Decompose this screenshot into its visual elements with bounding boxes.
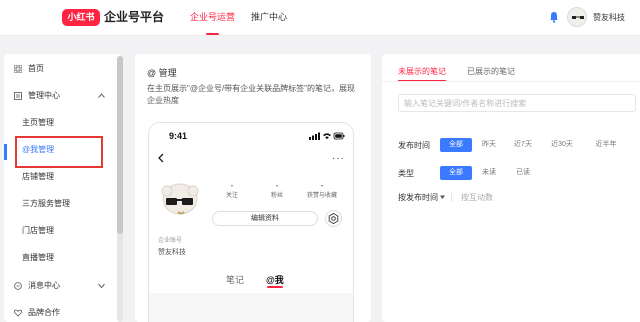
sidebar-item-label: 主页管理: [22, 118, 54, 127]
sort-separator: [451, 193, 452, 202]
sidebar-item-store-location-management[interactable]: 门店管理: [4, 220, 116, 242]
edit-profile-button[interactable]: 编辑资料: [212, 211, 318, 226]
stat-label: 关注: [225, 193, 238, 199]
stat-value: -: [230, 181, 234, 190]
at-management-panel: @ 管理 在主页展示"@企业号/带有企业关联品牌标签"的笔记，展现企业热度 9:…: [135, 54, 371, 322]
logo-badge[interactable]: 小红书: [62, 9, 100, 26]
settings-button[interactable]: [325, 210, 342, 227]
sidebar: 首页 管理中心 主页管理 @我管理 店铺管理 三方服务管理 门店管理 直播管理 …: [4, 54, 122, 322]
stat-followers[interactable]: - 粉丝: [252, 181, 302, 201]
account-type-label: 企业账号: [158, 238, 183, 244]
user-name[interactable]: 赞友科技: [593, 12, 625, 23]
sidebar-item-homepage-management[interactable]: 主页管理: [4, 112, 116, 134]
sidebar-item-third-party-service[interactable]: 三方服务管理: [4, 193, 116, 215]
sidebar-item-label: 管理中心: [28, 91, 60, 100]
panel-title: @ 管理: [147, 68, 177, 78]
publish-time-label: 发布时间: [398, 141, 430, 150]
phone-tab-at-me[interactable]: @我: [266, 273, 284, 286]
account-name: 赞友科技: [158, 249, 186, 256]
sidebar-item-label: 直播管理: [22, 253, 54, 262]
profile-avatar: [158, 179, 202, 223]
type-option-all[interactable]: 全部: [440, 166, 472, 180]
sidebar-item-label: 消息中心: [28, 281, 60, 290]
type-option-read[interactable]: 已读: [510, 166, 536, 180]
status-bar-icons: [309, 132, 345, 140]
type-option-unread[interactable]: 未读: [477, 166, 501, 180]
notes-panel: 未展示的笔记 已展示的笔记 发布时间 全部 昨天 近7天 近30天 近半年 类型…: [382, 54, 640, 322]
grid-icon: [14, 65, 22, 73]
sidebar-item-label: 店铺管理: [22, 172, 54, 181]
nav-tab-promotion-center[interactable]: 推广中心: [251, 10, 287, 24]
search-input[interactable]: [398, 94, 636, 112]
publish-time-option-half-year[interactable]: 近半年: [591, 138, 621, 152]
document-icon: [14, 92, 22, 100]
platform-title: 企业号平台: [104, 10, 165, 24]
publish-time-option-30days[interactable]: 近30天: [547, 138, 577, 152]
tab-shown-notes[interactable]: 已展示的笔记: [467, 66, 515, 77]
sidebar-item-management-center[interactable]: 管理中心: [4, 85, 116, 107]
sidebar-item-live-management[interactable]: 直播管理: [4, 247, 116, 269]
chevron-up-icon[interactable]: [98, 93, 105, 98]
sidebar-item-label: 三方服务管理: [22, 199, 70, 208]
tab-underline: [267, 286, 283, 288]
sidebar-item-store-management[interactable]: 店铺管理: [4, 166, 116, 188]
user-avatar[interactable]: [567, 7, 587, 27]
publish-time-option-all[interactable]: 全部: [440, 138, 472, 152]
chevron-down-icon[interactable]: [98, 283, 105, 288]
sidebar-item-brand-cooperation[interactable]: 品牌合作: [4, 302, 116, 322]
phone-tab-notes[interactable]: 笔记: [226, 273, 244, 286]
back-arrow-icon[interactable]: [157, 153, 165, 163]
tab-divider: [382, 81, 640, 82]
publish-time-option-yesterday[interactable]: 昨天: [477, 138, 501, 152]
phone-screen: 9:41 ··· - 关注 - 粉丝 - 获赞与收藏 编辑资料 企业账号 赞友科…: [149, 123, 353, 293]
sidebar-item-label: 首页: [28, 64, 44, 73]
type-label: 类型: [398, 169, 414, 178]
publish-time-option-7days[interactable]: 近7天: [510, 138, 536, 152]
sidebar-item-label: 品牌合作: [28, 308, 60, 317]
more-options-icon[interactable]: ···: [332, 153, 345, 164]
stat-value: -: [320, 181, 324, 190]
phone-preview: 9:41 ··· - 关注 - 粉丝 - 获赞与收藏 编辑资料 企业账号 赞友科…: [148, 122, 354, 322]
gear-icon: [328, 212, 339, 225]
message-icon: [14, 282, 22, 290]
stat-label: 粉丝: [270, 193, 283, 199]
sort-down-icon[interactable]: [440, 194, 445, 200]
stat-label: 获赞与收藏: [306, 193, 337, 199]
sort-by-interactions[interactable]: 按互动数: [461, 192, 493, 203]
sidebar-item-home[interactable]: 首页: [4, 58, 116, 80]
sort-by-publish-time[interactable]: 按发布时间: [398, 192, 438, 203]
status-time: 9:41: [169, 131, 188, 141]
annotation-highlight-box: [15, 136, 103, 168]
bell-icon[interactable]: [549, 11, 559, 23]
sidebar-item-label: 门店管理: [22, 226, 54, 235]
tab-unshown-notes[interactable]: 未展示的笔记: [398, 66, 446, 77]
sidebar-scrollbar-thumb[interactable]: [117, 56, 123, 234]
sidebar-item-message-center[interactable]: 消息中心: [4, 275, 116, 297]
top-header: 小红书 企业号平台 企业号运营 推广中心 赞友科技: [0, 0, 640, 36]
stat-likes-collections[interactable]: - 获赞与收藏: [297, 181, 347, 201]
heart-icon: [14, 309, 22, 317]
nav-tab-account-operation[interactable]: 企业号运营: [190, 10, 235, 35]
stat-value: -: [275, 181, 279, 190]
panel-description: 在主页展示"@企业号/带有企业关联品牌标签"的笔记，展现企业热度: [147, 84, 356, 105]
stat-following[interactable]: - 关注: [207, 181, 257, 201]
